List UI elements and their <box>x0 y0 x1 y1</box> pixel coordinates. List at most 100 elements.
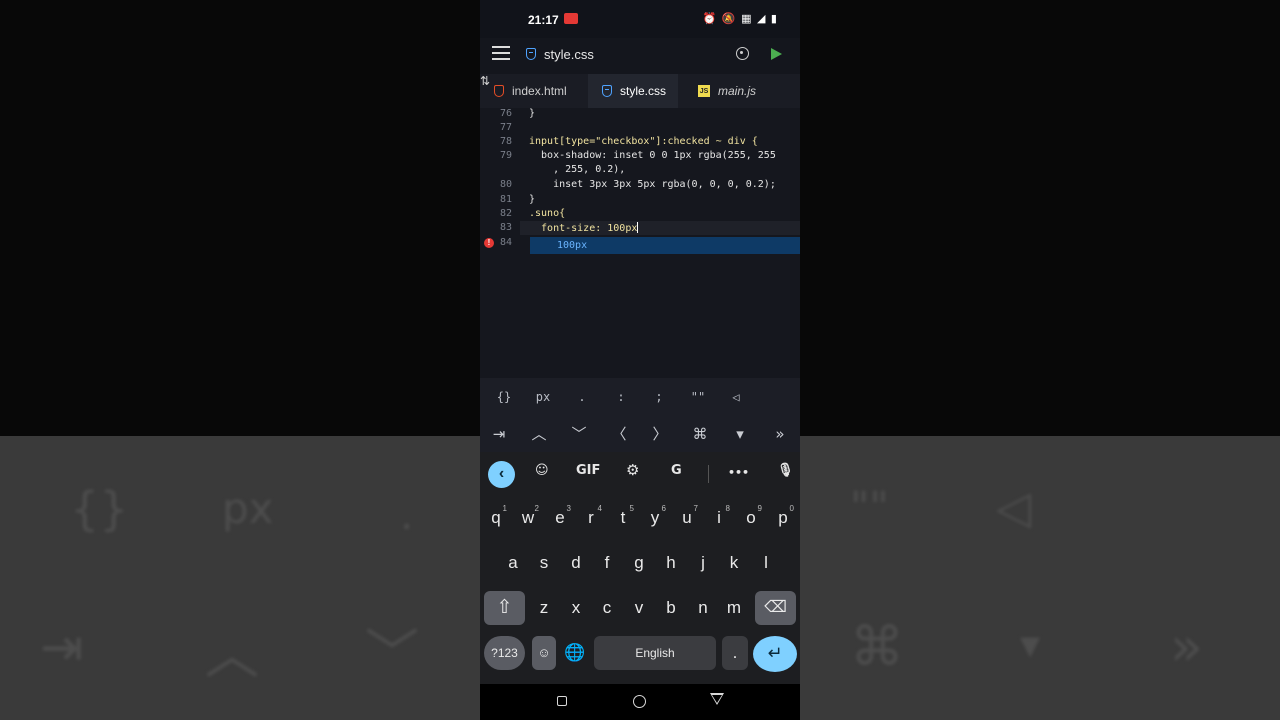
microphone-icon[interactable]: 🎙 <box>777 463 794 478</box>
space-bar[interactable]: English <box>594 636 716 670</box>
language-globe-icon[interactable]: 🌐 <box>561 636 589 670</box>
back-triangle-icon[interactable] <box>710 693 724 705</box>
status-icons: ⏰ 🔕 ▦ ◢ ▮ <box>702 12 778 25</box>
key-label: w <box>521 508 535 527</box>
enter-key-icon[interactable]: ↵ <box>753 636 797 672</box>
key-hint: 0 <box>789 504 794 513</box>
quotes-key[interactable]: "" <box>683 378 713 416</box>
key-v[interactable]: v <box>625 591 653 625</box>
error-marker-icon[interactable]: ! <box>484 238 494 248</box>
html-file-icon <box>494 85 504 97</box>
double-chevron-icon[interactable]: » <box>765 416 795 452</box>
code-editor[interactable]: 76 } 77 78 input[type="checkbox"]:checke… <box>480 108 800 378</box>
tab-index-html[interactable]: index.html <box>480 74 580 108</box>
key-y[interactable]: y6 <box>641 501 669 535</box>
key-b[interactable]: b <box>657 591 685 625</box>
bg-tab-icon: ⇥ <box>40 618 84 678</box>
command-icon[interactable]: ⌘ <box>685 416 715 452</box>
search-icon[interactable] <box>736 47 749 60</box>
key-f[interactable]: f <box>593 546 621 580</box>
key-hint: 9 <box>757 504 762 513</box>
key-s[interactable]: s <box>530 546 558 580</box>
key-h[interactable]: h <box>657 546 685 580</box>
key-z[interactable]: z <box>530 591 558 625</box>
px-key[interactable]: px <box>528 378 558 416</box>
send-icon[interactable]: ◁ <box>721 378 751 416</box>
braces-key[interactable]: {} <box>489 378 519 416</box>
key-l[interactable]: l <box>752 546 780 580</box>
key-label: t <box>620 508 626 527</box>
soft-keyboard: ‹ ☺ GIF ⚙ G ••• 🎙 q1 w2 e3 r4 t5 y6 u7 i… <box>480 452 800 684</box>
tab-key-icon[interactable]: ⇥ <box>484 416 514 452</box>
key-o[interactable]: o9 <box>737 501 765 535</box>
translate-icon[interactable]: G <box>671 463 682 478</box>
period-key[interactable]: . <box>567 378 597 416</box>
text-caret <box>637 222 639 233</box>
key-p[interactable]: p0 <box>769 501 797 535</box>
settings-gear-icon[interactable]: ⚙ <box>626 461 639 479</box>
code-line: } <box>529 194 536 205</box>
key-x[interactable]: x <box>562 591 590 625</box>
app-bar: style.css <box>480 38 800 74</box>
screen-record-icon <box>564 13 578 24</box>
code-line: , 255, 0.2), <box>529 164 626 175</box>
key-w[interactable]: w2 <box>514 501 542 535</box>
colon-key[interactable]: : <box>606 378 636 416</box>
line-number: 82 <box>499 208 512 219</box>
key-label: y <box>650 508 660 527</box>
key-r[interactable]: r4 <box>577 501 605 535</box>
key-label: q <box>491 508 501 527</box>
arrow-down-icon[interactable]: ﹀ <box>564 416 594 452</box>
key-q[interactable]: q1 <box>482 501 510 535</box>
line-number: 77 <box>499 122 512 133</box>
status-time: 21:17 <box>528 13 559 27</box>
shift-key-icon[interactable]: ⇧ <box>484 591 525 625</box>
key-t[interactable]: t5 <box>609 501 637 535</box>
menu-icon[interactable] <box>492 46 510 60</box>
collapse-toolbar-icon[interactable]: ‹ <box>488 461 515 488</box>
autocomplete-suggestion[interactable]: 100px <box>530 237 800 254</box>
key-label: i <box>717 508 721 527</box>
key-c[interactable]: c <box>593 591 621 625</box>
code-line: box-shadow: inset 0 0 1px rgba(255, 255 <box>529 150 776 161</box>
key-j[interactable]: j <box>689 546 717 580</box>
sticker-icon[interactable]: ☺ <box>535 463 549 478</box>
key-m[interactable]: m <box>720 591 748 625</box>
arrow-right-icon[interactable]: 〉 <box>645 416 675 452</box>
tab-main-js[interactable]: JS main.js <box>692 74 772 108</box>
js-file-icon: JS <box>698 85 710 97</box>
key-d[interactable]: d <box>562 546 590 580</box>
key-i[interactable]: i8 <box>705 501 733 535</box>
bg-quotes-icon: "" <box>850 482 889 531</box>
arrow-left-icon[interactable]: 〈 <box>604 416 634 452</box>
key-a[interactable]: a <box>499 546 527 580</box>
key-u[interactable]: u7 <box>673 501 701 535</box>
semicolon-key[interactable]: ; <box>644 378 674 416</box>
key-n[interactable]: n <box>689 591 717 625</box>
backspace-key-icon[interactable]: ⌫ <box>755 591 796 625</box>
key-hint: 4 <box>597 504 602 513</box>
period-key[interactable]: . <box>722 636 748 670</box>
more-options-button[interactable]: ••• <box>728 466 749 479</box>
recents-square-icon[interactable] <box>557 696 567 706</box>
key-g[interactable]: g <box>625 546 653 580</box>
key-label: o <box>746 508 756 527</box>
symbols-key[interactable]: ?123 <box>484 636 525 670</box>
line-number: 84 <box>499 237 512 248</box>
css-file-icon <box>602 85 612 97</box>
tab-style-css[interactable]: style.css <box>588 74 678 108</box>
key-label: r <box>588 508 594 527</box>
arrow-up-icon[interactable]: ︿ <box>524 416 554 452</box>
gif-button[interactable]: GIF <box>576 463 600 478</box>
key-k[interactable]: k <box>720 546 748 580</box>
run-icon[interactable] <box>771 48 782 60</box>
key-hint: 6 <box>661 504 666 513</box>
dropdown-icon[interactable]: ▾ <box>725 416 755 452</box>
bg-px-icon: px <box>222 484 274 533</box>
code-line: input[type="checkbox"]:checked ~ div { <box>529 136 758 147</box>
emoji-key-icon[interactable]: ☺ <box>532 636 556 670</box>
code-line-text: font-size: 100px <box>529 223 638 234</box>
home-circle-icon[interactable] <box>633 695 646 708</box>
key-e[interactable]: e3 <box>546 501 574 535</box>
bg-braces-icon: {} <box>70 482 129 536</box>
